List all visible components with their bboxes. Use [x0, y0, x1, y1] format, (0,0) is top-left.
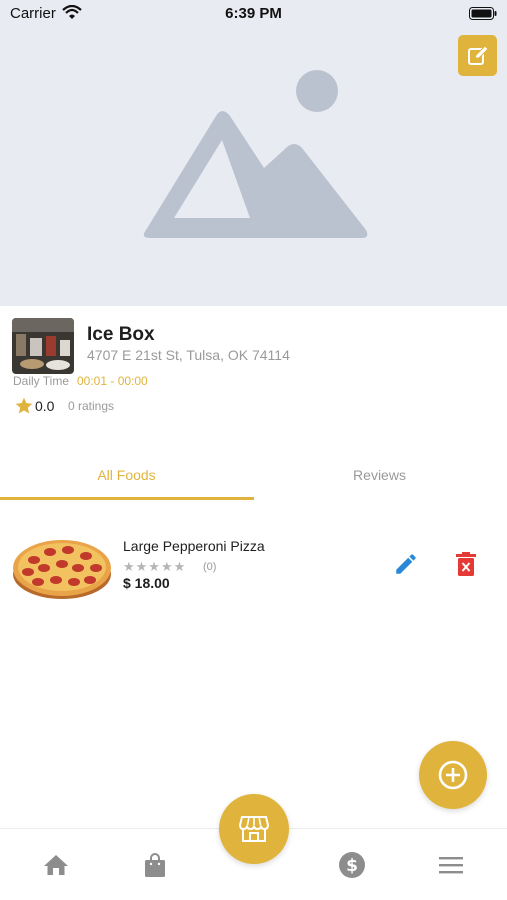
daily-time-value: 00:01 - 00:00 [77, 374, 148, 388]
nav-orders[interactable] [141, 851, 169, 879]
store-cover-image [0, 0, 507, 306]
nav-earnings[interactable]: $ [338, 851, 366, 879]
status-time: 6:39 PM [225, 5, 282, 22]
store-address: 4707 E 21st St, Tulsa, OK 74114 [87, 347, 290, 363]
daily-time-label: Daily Time [13, 374, 70, 388]
shopping-bag-icon [145, 853, 165, 877]
store-thumbnail [12, 318, 74, 374]
star-icon [15, 397, 33, 414]
add-food-button[interactable] [419, 741, 487, 809]
nav-menu[interactable] [437, 851, 465, 879]
delete-food-button[interactable] [455, 551, 477, 577]
food-rating-stars: ★★★★★ [123, 559, 187, 574]
food-price: $ 18.00 [123, 575, 170, 591]
tab-bar: All Foods Reviews [0, 448, 507, 502]
nav-home[interactable] [42, 851, 70, 879]
status-bar: Carrier 6:39 PM [0, 0, 507, 30]
rating-count: 0 ratings [68, 399, 115, 413]
home-icon [44, 855, 68, 875]
store-name: Ice Box [87, 324, 155, 345]
edit-icon [467, 44, 489, 65]
dollar-icon: $ [339, 852, 365, 878]
store-info: Ice Box 4707 E 21st St, Tulsa, OK 74114 … [0, 306, 507, 436]
active-tab-indicator [0, 497, 254, 500]
food-image [13, 540, 111, 599]
image-placeholder-icon [143, 70, 368, 238]
tab-reviews[interactable]: Reviews [253, 448, 506, 502]
edit-food-button[interactable] [393, 551, 419, 577]
edit-cover-button[interactable] [458, 35, 497, 76]
menu-icon [439, 857, 463, 874]
rating-value: 0.0 [35, 398, 55, 414]
store-icon [239, 816, 269, 842]
food-list-item[interactable]: Large Pepperoni Pizza ★★★★★ (0) $ 18.00 [0, 525, 507, 605]
food-name: Large Pepperoni Pizza [123, 538, 265, 554]
svg-text:$: $ [346, 856, 358, 876]
nav-store-button[interactable] [219, 794, 289, 864]
battery-icon [469, 7, 497, 20]
tab-all-foods[interactable]: All Foods [0, 448, 253, 502]
plus-circle-icon [438, 760, 468, 790]
food-review-count: (0) [203, 561, 217, 573]
